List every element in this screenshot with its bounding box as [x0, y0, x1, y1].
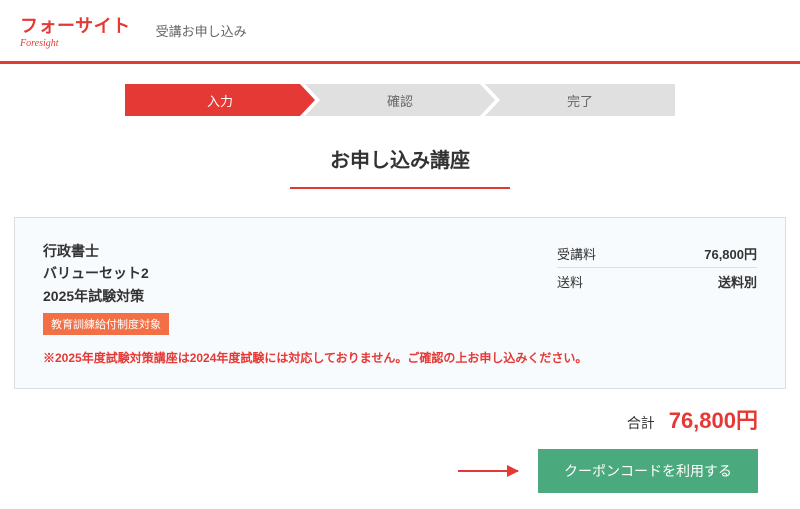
step-confirm-label: 確認: [387, 91, 413, 110]
course-name-3: 2025年試験対策: [43, 285, 557, 307]
course-top-row: 行政書士 バリューセット2 2025年試験対策 教育訓練給付制度対象 受講料 7…: [43, 240, 757, 335]
logo-main-text: フォーサイト: [20, 12, 131, 38]
shipping-label: 送料: [557, 272, 583, 291]
total-label: 合計: [627, 415, 655, 431]
tuition-value: 76,800円: [704, 244, 757, 263]
logo-sub-text: Foresight: [20, 38, 59, 49]
title-underline: [290, 187, 510, 189]
price-table: 受講料 76,800円 送料 送料別: [557, 240, 757, 295]
tuition-row: 受講料 76,800円: [557, 240, 757, 268]
course-name-1: 行政書士: [43, 240, 557, 262]
brand-logo[interactable]: フォーサイト Foresight: [20, 12, 131, 49]
action-row: クーポンコードを利用する: [0, 449, 800, 509]
total-value: 76,800円: [669, 408, 758, 433]
step-confirm: 確認: [305, 84, 495, 116]
step-complete-label: 完了: [567, 91, 593, 110]
section-title: お申し込み講座: [0, 144, 800, 173]
course-notice: ※2025年度試験対策講座は2024年度試験には対応しておりません。ご確認の上お…: [43, 349, 757, 366]
total-line: 合計 76,800円: [0, 389, 800, 449]
step-complete: 完了: [485, 84, 675, 116]
step-bar: 入力 確認 完了: [125, 84, 675, 116]
step-input: 入力: [125, 84, 315, 116]
pointer-arrow-icon: [458, 470, 518, 472]
tuition-label: 受講料: [557, 244, 596, 263]
progress-steps: 入力 確認 完了: [0, 84, 800, 116]
course-info: 行政書士 バリューセット2 2025年試験対策 教育訓練給付制度対象: [43, 240, 557, 335]
page-header: フォーサイト Foresight 受講お申し込み: [0, 0, 800, 64]
course-name-2: バリューセット2: [43, 262, 557, 284]
coupon-button[interactable]: クーポンコードを利用する: [538, 449, 758, 493]
page-title-label: 受講お申し込み: [156, 21, 247, 40]
course-card: 行政書士 バリューセット2 2025年試験対策 教育訓練給付制度対象 受講料 7…: [14, 217, 786, 389]
step-input-label: 入力: [207, 91, 233, 110]
shipping-value: 送料別: [718, 272, 757, 291]
shipping-row: 送料 送料別: [557, 268, 757, 295]
training-benefit-badge: 教育訓練給付制度対象: [43, 313, 169, 335]
